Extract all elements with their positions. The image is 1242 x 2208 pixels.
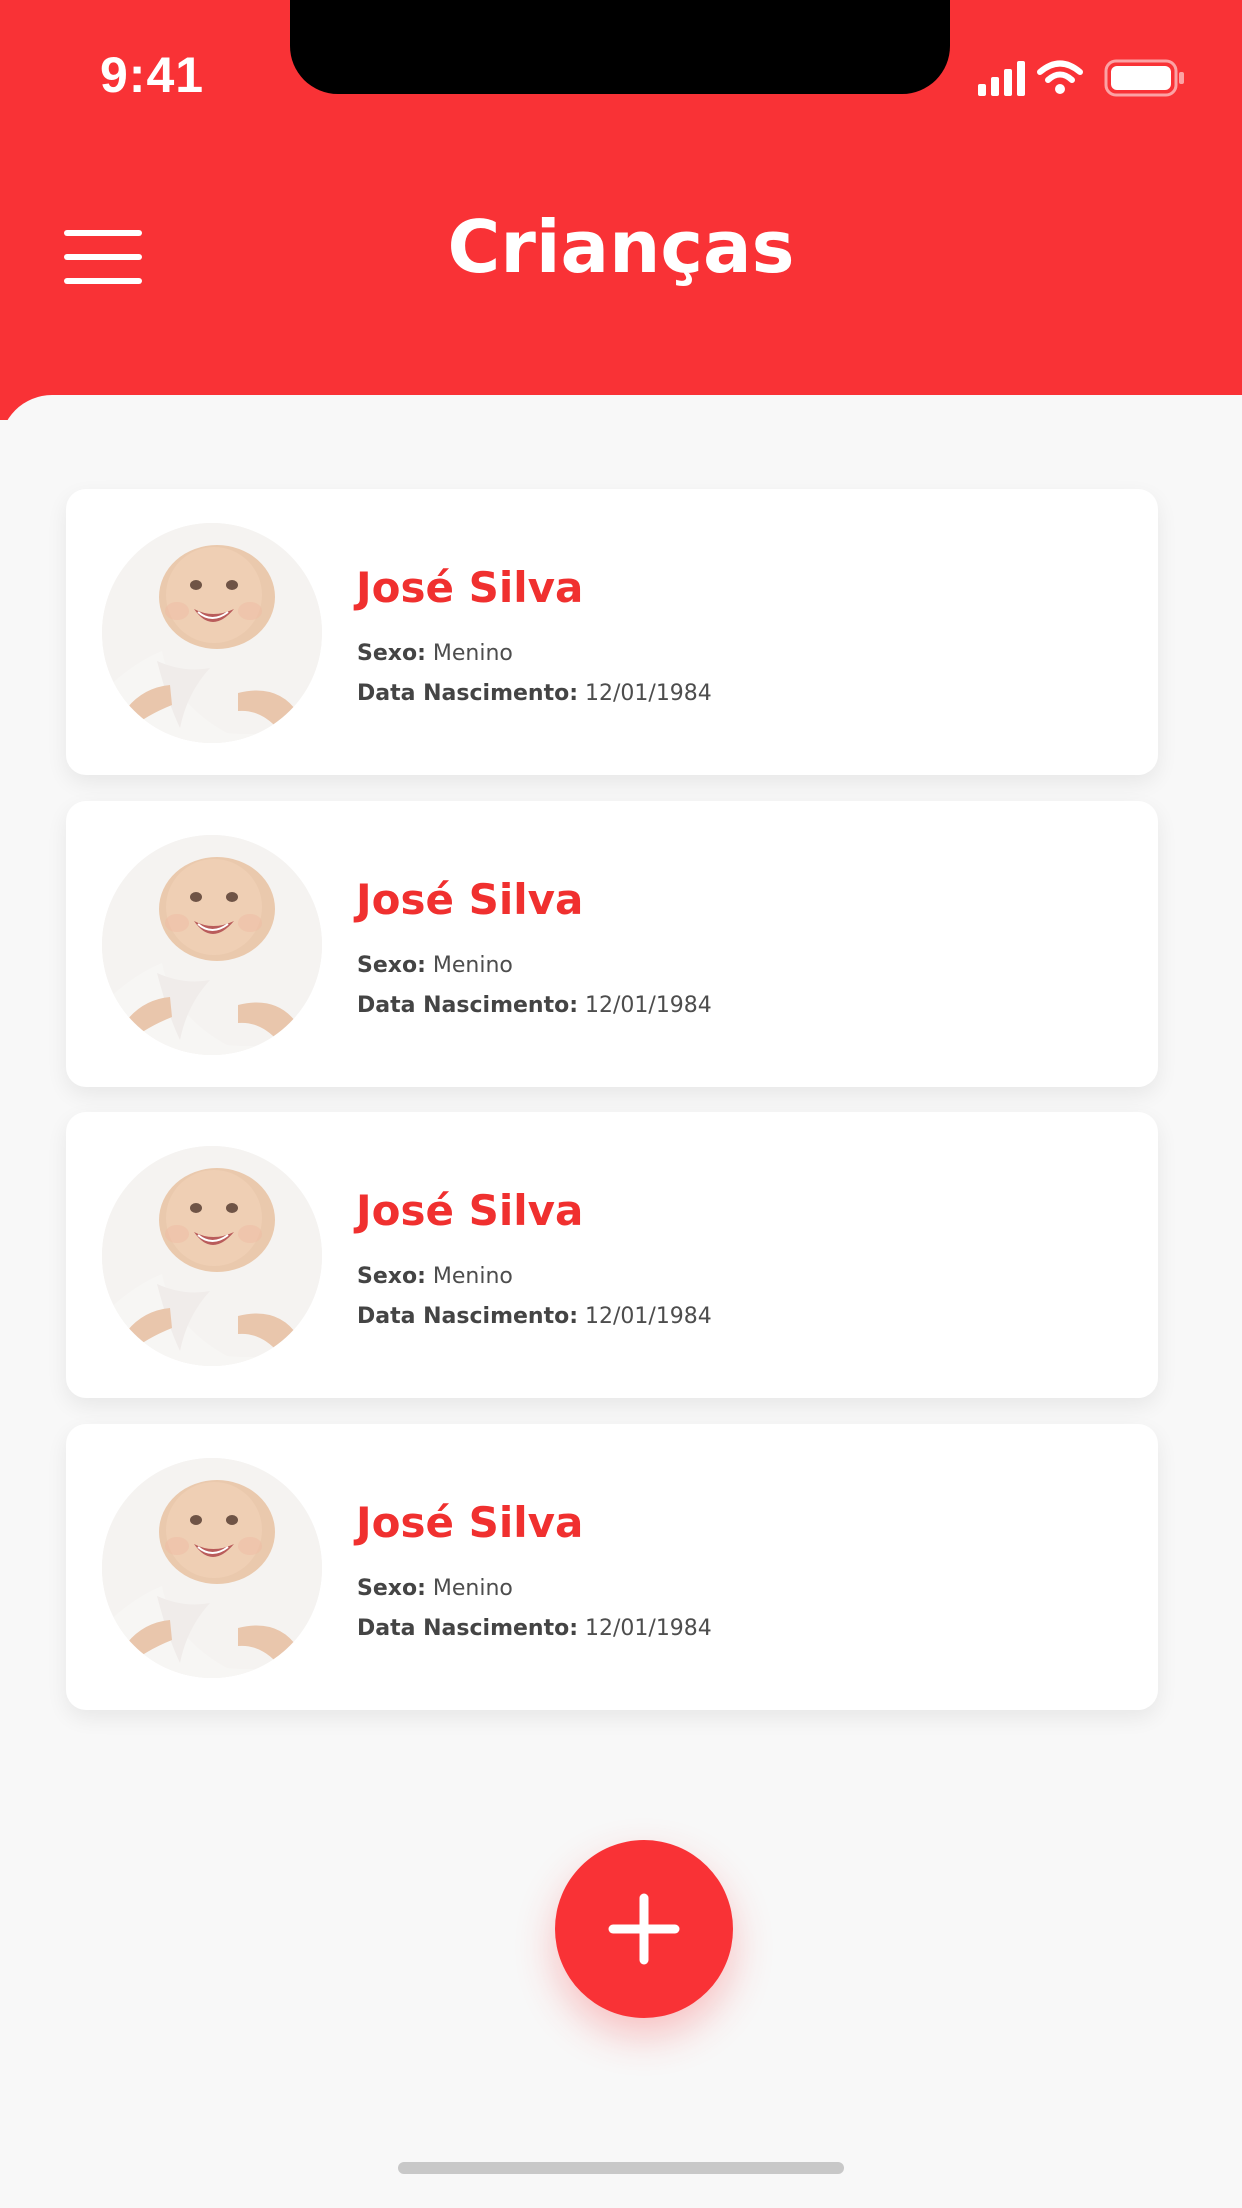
child-name: José Silva — [356, 1498, 584, 1547]
birthdate-label: Data Nascimento: — [357, 993, 578, 1018]
sex-label: Sexo: — [357, 1576, 426, 1601]
child-card[interactable]: José Silva Sexo: Menino Data Nascimento:… — [66, 1424, 1158, 1710]
child-avatar — [102, 1458, 322, 1678]
add-child-button[interactable] — [555, 1840, 733, 2018]
baby-photo-icon — [102, 1458, 322, 1678]
home-indicator — [398, 2162, 844, 2174]
sex-value: Menino — [432, 641, 513, 666]
child-birthdate: Data Nascimento: 12/01/1984 — [357, 681, 712, 706]
child-birthdate: Data Nascimento: 12/01/1984 — [357, 993, 712, 1018]
child-sex: Sexo: Menino — [357, 641, 513, 666]
child-name: José Silva — [356, 1186, 584, 1235]
child-sex: Sexo: Menino — [357, 1576, 513, 1601]
birthdate-label: Data Nascimento: — [357, 681, 578, 706]
birthdate-value: 12/01/1984 — [585, 681, 712, 706]
status-time: 9:41 — [100, 47, 205, 103]
child-avatar — [102, 835, 322, 1055]
child-sex: Sexo: Menino — [357, 953, 513, 978]
child-avatar — [102, 523, 322, 743]
plus-icon — [608, 1893, 680, 1965]
child-card[interactable]: José Silva Sexo: Menino Data Nascimento:… — [66, 1112, 1158, 1398]
birthdate-value: 12/01/1984 — [585, 1616, 712, 1641]
status-icons — [978, 59, 1184, 97]
app-header: 9:41 Crianças — [0, 0, 1242, 420]
sex-value: Menino — [432, 1264, 513, 1289]
sex-value: Menino — [432, 953, 513, 978]
birthdate-label: Data Nascimento: — [357, 1304, 578, 1329]
page-title: Crianças — [447, 205, 795, 289]
child-sex: Sexo: Menino — [357, 1264, 513, 1289]
sex-label: Sexo: — [357, 1264, 426, 1289]
child-avatar — [102, 1146, 322, 1366]
child-name: José Silva — [356, 563, 584, 612]
birthdate-value: 12/01/1984 — [585, 993, 712, 1018]
sex-label: Sexo: — [357, 641, 426, 666]
child-birthdate: Data Nascimento: 12/01/1984 — [357, 1304, 712, 1329]
signal-icon — [978, 61, 1025, 96]
child-card[interactable]: José Silva Sexo: Menino Data Nascimento:… — [66, 801, 1158, 1087]
child-birthdate: Data Nascimento: 12/01/1984 — [357, 1616, 712, 1641]
child-card[interactable]: José Silva Sexo: Menino Data Nascimento:… — [66, 489, 1158, 775]
sex-label: Sexo: — [357, 953, 426, 978]
child-name: José Silva — [356, 875, 584, 924]
battery-icon — [1104, 59, 1184, 97]
sex-value: Menino — [432, 1576, 513, 1601]
baby-photo-icon — [102, 835, 322, 1055]
birthdate-label: Data Nascimento: — [357, 1616, 578, 1641]
birthdate-value: 12/01/1984 — [585, 1304, 712, 1329]
wifi-icon — [1037, 60, 1083, 94]
device-notch — [290, 0, 950, 94]
baby-photo-icon — [102, 1146, 322, 1366]
baby-photo-icon — [102, 523, 322, 743]
